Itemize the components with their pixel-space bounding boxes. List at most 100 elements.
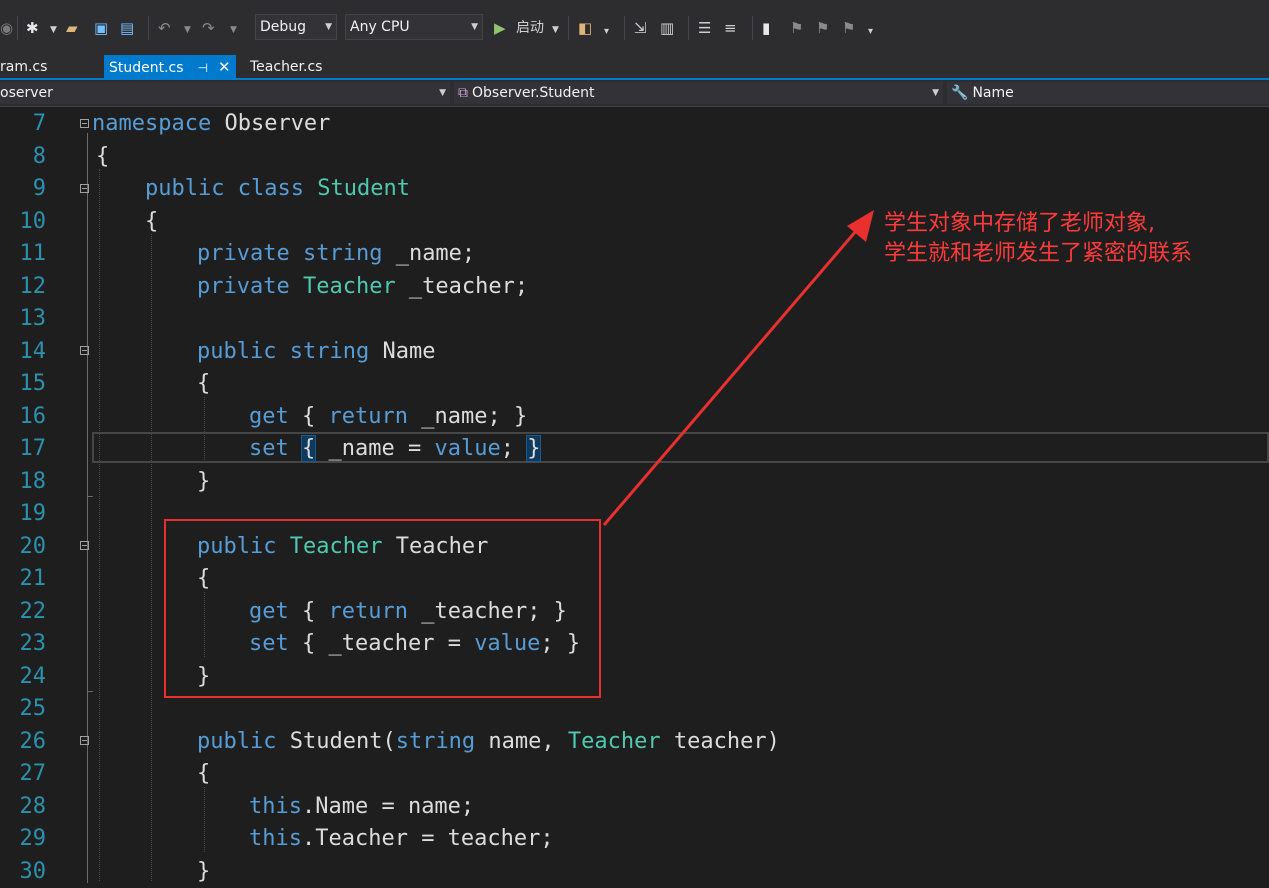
code-line-12: private Teacher _teacher; xyxy=(197,271,528,304)
layout-icon[interactable]: ▥ xyxy=(660,18,674,38)
find-in-files-icon[interactable]: ◧ xyxy=(578,18,592,38)
collapse-icon[interactable] xyxy=(80,119,89,128)
close-icon[interactable]: ✕ xyxy=(218,58,231,76)
code-line-26: public Student(string name, Teacher teac… xyxy=(197,726,780,759)
bookmark-icon[interactable]: ▮ xyxy=(762,18,770,38)
collapse-icon[interactable] xyxy=(80,184,89,193)
line-number: 21 xyxy=(0,563,46,596)
member-dropdown[interactable]: 🔧Name xyxy=(947,82,1269,104)
tab-label: Teacher.cs xyxy=(250,59,322,75)
highlight-box xyxy=(164,519,601,698)
line-number: 11 xyxy=(0,238,46,271)
line-number: 24 xyxy=(0,661,46,694)
tab-program-cs[interactable]: ram.cs xyxy=(0,55,52,80)
line-number: 18 xyxy=(0,466,46,499)
line-number: 17 xyxy=(0,433,46,466)
line-number: 26 xyxy=(0,726,46,759)
overflow-icon[interactable]: ▾ xyxy=(604,22,609,42)
toolbar-separator xyxy=(568,16,569,40)
toolbar-separator xyxy=(624,16,625,40)
menu-bar xyxy=(0,0,1269,8)
clear-bookmarks-icon[interactable]: ⚑ xyxy=(842,18,855,38)
start-button-label[interactable]: 启动 xyxy=(516,18,544,38)
code-line-29: this.Teacher = teacher; xyxy=(249,823,554,856)
platform-value: Any CPU xyxy=(350,19,410,35)
code-line-10: { xyxy=(145,206,158,239)
line-number: 29 xyxy=(0,823,46,856)
chevron-down-icon: ▼ xyxy=(439,82,446,104)
code-line-27: { xyxy=(197,758,210,791)
save-all-icon[interactable]: ▤ xyxy=(120,18,134,38)
tab-label: Student.cs xyxy=(109,60,184,76)
code-line-16: get { return _name; } xyxy=(249,401,527,434)
code-line-9: public class Student xyxy=(145,173,410,206)
code-line-30: } xyxy=(197,856,210,888)
step-into-icon[interactable]: ⇲ xyxy=(634,18,647,38)
chevron-down-icon[interactable]: ▼ xyxy=(230,20,237,40)
back-icon[interactable]: ◉ xyxy=(0,18,13,38)
code-line-18: } xyxy=(197,466,210,499)
type-value: Observer.Student xyxy=(472,85,595,101)
next-bookmark-icon[interactable]: ⚑ xyxy=(816,18,829,38)
configuration-value: Debug xyxy=(260,19,306,35)
configuration-select[interactable]: Debug ▼ xyxy=(255,14,337,40)
save-icon[interactable]: ▣ xyxy=(94,18,108,38)
line-number: 14 xyxy=(0,336,46,369)
navigation-bar: oserver ▼ ⧉Observer.Student ▼ 🔧Name xyxy=(0,80,1269,107)
tab-label: ram.cs xyxy=(0,59,47,75)
line-number: 16 xyxy=(0,401,46,434)
project-dropdown[interactable]: oserver ▼ xyxy=(0,82,450,104)
undo-icon[interactable]: ↶ xyxy=(158,18,171,38)
collapse-icon[interactable] xyxy=(80,346,89,355)
overflow-icon[interactable]: ▾ xyxy=(868,22,873,42)
outline-end-tick xyxy=(87,691,93,692)
chevron-down-icon[interactable]: ▼ xyxy=(552,20,559,40)
brace-match: } xyxy=(527,436,540,461)
code-line-7: namespace Observer xyxy=(92,108,330,141)
platform-select[interactable]: Any CPU ▼ xyxy=(345,14,483,40)
play-icon[interactable]: ▶ xyxy=(494,18,506,38)
toolbar-separator xyxy=(17,16,18,40)
document-tab-bar: ram.cs Student.cs ⊣ ✕ Teacher.cs xyxy=(0,50,1269,80)
member-value: Name xyxy=(972,85,1013,101)
toolbar-separator xyxy=(688,16,689,40)
type-dropdown[interactable]: ⧉Observer.Student ▼ xyxy=(454,82,943,104)
indent-icon[interactable]: ☰ xyxy=(698,18,711,38)
code-line-17: set { _name = value; } xyxy=(249,433,540,466)
prev-bookmark-icon[interactable]: ⚑ xyxy=(790,18,803,38)
collapse-icon[interactable] xyxy=(80,541,89,550)
line-number: 12 xyxy=(0,271,46,304)
chevron-down-icon: ▼ xyxy=(471,15,478,39)
outline-end-tick xyxy=(87,496,93,497)
chevron-down-icon[interactable]: ▼ xyxy=(184,20,191,40)
toolbar-separator xyxy=(148,16,149,40)
annotation-line-2: 学生就和老师发生了紧密的联系 xyxy=(884,239,1192,269)
toolbar: ◉ ✱ ▼ ▰ ▣ ▤ ↶ ▼ ↷ ▼ Debug ▼ Any CPU ▼ ▶ … xyxy=(0,8,1269,50)
line-number: 10 xyxy=(0,206,46,239)
chevron-down-icon: ▼ xyxy=(325,15,332,39)
chevron-down-icon[interactable]: ▼ xyxy=(50,20,57,40)
new-project-icon[interactable]: ✱ xyxy=(26,18,39,38)
line-number: 27 xyxy=(0,758,46,791)
collapse-icon[interactable] xyxy=(80,736,89,745)
annotation-line-1: 学生对象中存储了老师对象, xyxy=(884,209,1192,239)
line-number: 30 xyxy=(0,856,46,888)
tab-teacher-cs[interactable]: Teacher.cs xyxy=(245,55,327,80)
indent-guide xyxy=(151,234,152,881)
outline-line xyxy=(87,133,88,883)
indent-guide xyxy=(204,787,205,852)
line-number: 25 xyxy=(0,693,46,726)
redo-icon[interactable]: ↷ xyxy=(202,18,215,38)
line-number: 9 xyxy=(0,173,46,206)
open-folder-icon[interactable]: ▰ xyxy=(66,18,78,38)
line-number: 8 xyxy=(0,141,46,174)
annotation-text: 学生对象中存储了老师对象, 学生就和老师发生了紧密的联系 xyxy=(884,209,1192,269)
line-number: 23 xyxy=(0,628,46,661)
comment-icon[interactable]: ≡ xyxy=(724,18,737,38)
line-number: 7 xyxy=(0,108,46,141)
tab-student-cs[interactable]: Student.cs ⊣ ✕ xyxy=(104,55,236,80)
code-line-28: this.Name = name; xyxy=(249,791,474,824)
line-number: 19 xyxy=(0,498,46,531)
line-number: 13 xyxy=(0,303,46,336)
pin-icon[interactable]: ⊣ xyxy=(198,61,208,75)
